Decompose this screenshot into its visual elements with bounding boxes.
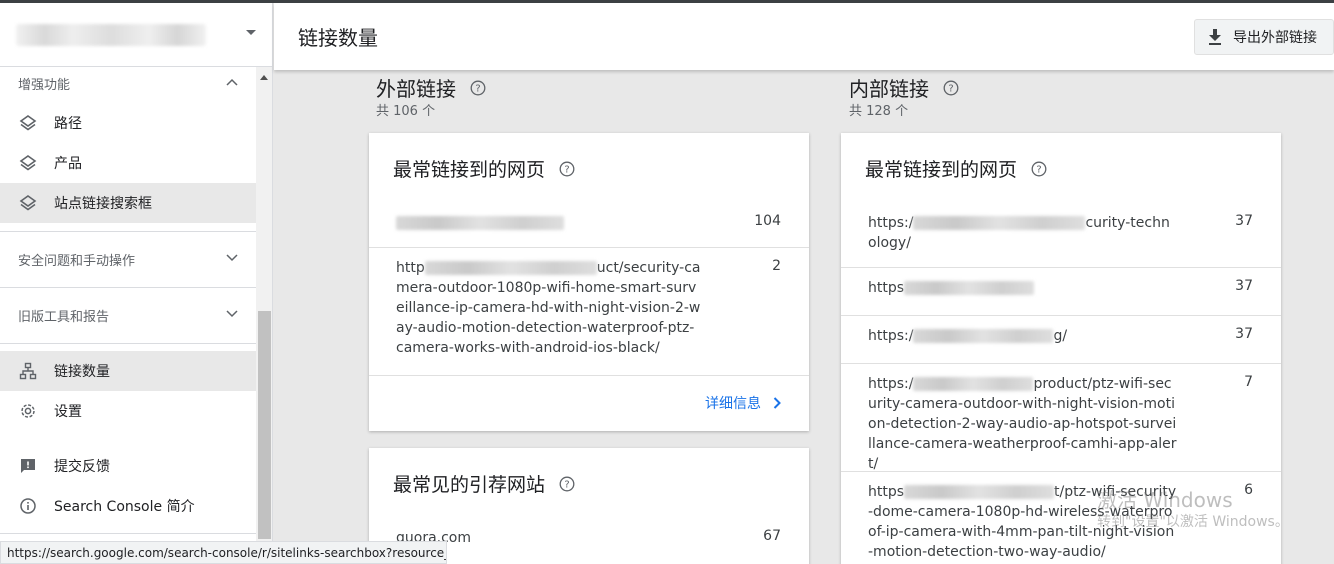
- gear-icon: [18, 401, 38, 421]
- windows-activation-watermark-hint: 转到"设置"以激活 Windows。: [1097, 514, 1289, 530]
- layers-icon: [18, 153, 38, 173]
- page-header: 链接数量 导出外部链接: [274, 3, 1334, 70]
- sitemap-icon: [18, 361, 38, 381]
- sidebar-item-settings[interactable]: 设置: [0, 391, 256, 431]
- chevron-down-icon: [226, 254, 238, 262]
- link-count: 104: [754, 213, 781, 229]
- table-row[interactable]: http uct/security-camera-outdoor-1080p-wi…: [369, 247, 809, 375]
- redacted-url: [396, 216, 564, 230]
- link-count: 2: [772, 258, 781, 274]
- chevron-up-icon: [226, 78, 238, 86]
- status-bar-url: https://search.google.com/search-console…: [0, 541, 447, 564]
- divider: [0, 343, 256, 344]
- link-count: 37: [1235, 278, 1253, 294]
- redacted-url: [904, 485, 1055, 499]
- card-title: 最常见的引荐网站 ?: [393, 470, 575, 497]
- sidebar-item-sitelinks-searchbox[interactable]: 站点链接搜索框: [0, 183, 256, 223]
- property-name-redacted: [16, 23, 206, 46]
- external-top-pages-card: 最常链接到的网页 ? 104 http uct/security-camera-o…: [369, 133, 809, 431]
- card-title: 最常链接到的网页 ?: [393, 155, 575, 182]
- page-title: 链接数量: [298, 26, 378, 50]
- window-top-border: [0, 0, 1334, 3]
- chevron-right-icon: [773, 397, 781, 409]
- feedback-icon: [18, 456, 38, 476]
- sidebar: 增强功能 路径 产品 站点链接搜索框 安全问题和手动操作 旧版工具和报告 链接数…: [0, 3, 273, 564]
- redacted-url: [913, 377, 1034, 391]
- caret-down-icon[interactable]: [246, 30, 256, 35]
- property-selector[interactable]: [0, 3, 272, 67]
- help-icon[interactable]: ?: [943, 80, 959, 96]
- help-icon[interactable]: ?: [559, 476, 575, 492]
- link-count: 6: [1244, 482, 1253, 498]
- help-icon[interactable]: ?: [1031, 161, 1047, 177]
- external-links-total: 共 106 个: [376, 104, 436, 119]
- redacted-url: [904, 281, 1035, 295]
- link-count: 67: [763, 528, 781, 544]
- help-icon[interactable]: ?: [470, 80, 486, 96]
- internal-links-total: 共 128 个: [849, 104, 909, 119]
- sidebar-item-products[interactable]: 产品: [0, 143, 256, 183]
- section-enhancements[interactable]: 增强功能: [0, 67, 256, 99]
- layers-icon: [18, 193, 38, 213]
- svg-text:?: ?: [564, 479, 569, 490]
- sidebar-item-breadcrumbs[interactable]: 路径: [0, 103, 256, 143]
- card-footer: 详细信息: [369, 375, 809, 431]
- table-row[interactable]: https 37: [841, 267, 1281, 315]
- help-icon[interactable]: ?: [559, 161, 575, 177]
- scrollbar-thumb[interactable]: [258, 311, 271, 539]
- svg-text:?: ?: [948, 83, 953, 94]
- chevron-down-icon: [226, 310, 238, 318]
- card-title: 最常链接到的网页 ?: [865, 155, 1047, 182]
- divider: [0, 287, 256, 288]
- svg-text:?: ?: [475, 83, 480, 94]
- link-count: 37: [1235, 326, 1253, 342]
- internal-links-heading: 内部链接 ?: [849, 73, 959, 102]
- download-icon: [1207, 28, 1223, 46]
- scroll-up-arrow-icon[interactable]: [260, 75, 268, 80]
- table-row[interactable]: https:/g/ 37: [841, 315, 1281, 363]
- export-external-links-button[interactable]: 导出外部链接: [1194, 19, 1334, 55]
- details-link[interactable]: 详细信息: [705, 393, 781, 413]
- section-legacy-tools[interactable]: 旧版工具和报告: [0, 299, 256, 331]
- section-security-manual-actions[interactable]: 安全问题和手动操作: [0, 243, 256, 275]
- link-count: 37: [1235, 213, 1253, 229]
- divider: [0, 533, 256, 534]
- table-row[interactable]: https:/curity-technology/ 37: [841, 203, 1281, 267]
- table-row[interactable]: https:/product/ptz-wifi-security-camera-…: [841, 363, 1281, 472]
- sidebar-item-feedback[interactable]: 提交反馈: [0, 446, 256, 486]
- info-icon: [18, 496, 38, 516]
- sidebar-item-about[interactable]: Search Console 简介: [0, 486, 256, 526]
- redacted-url: [913, 216, 1086, 230]
- sidebar-item-links[interactable]: 链接数量: [0, 351, 256, 391]
- svg-text:?: ?: [1036, 164, 1041, 175]
- redacted-url: [424, 261, 597, 275]
- link-count: 7: [1244, 374, 1253, 390]
- svg-text:?: ?: [564, 164, 569, 175]
- redacted-url: [913, 329, 1054, 343]
- divider: [0, 231, 256, 232]
- sidebar-scrollbar[interactable]: [256, 67, 272, 564]
- external-links-heading: 外部链接 ?: [376, 73, 486, 102]
- windows-activation-watermark: 激活 Windows: [1097, 488, 1233, 512]
- table-row[interactable]: 104: [369, 203, 809, 247]
- layers-icon: [18, 113, 38, 133]
